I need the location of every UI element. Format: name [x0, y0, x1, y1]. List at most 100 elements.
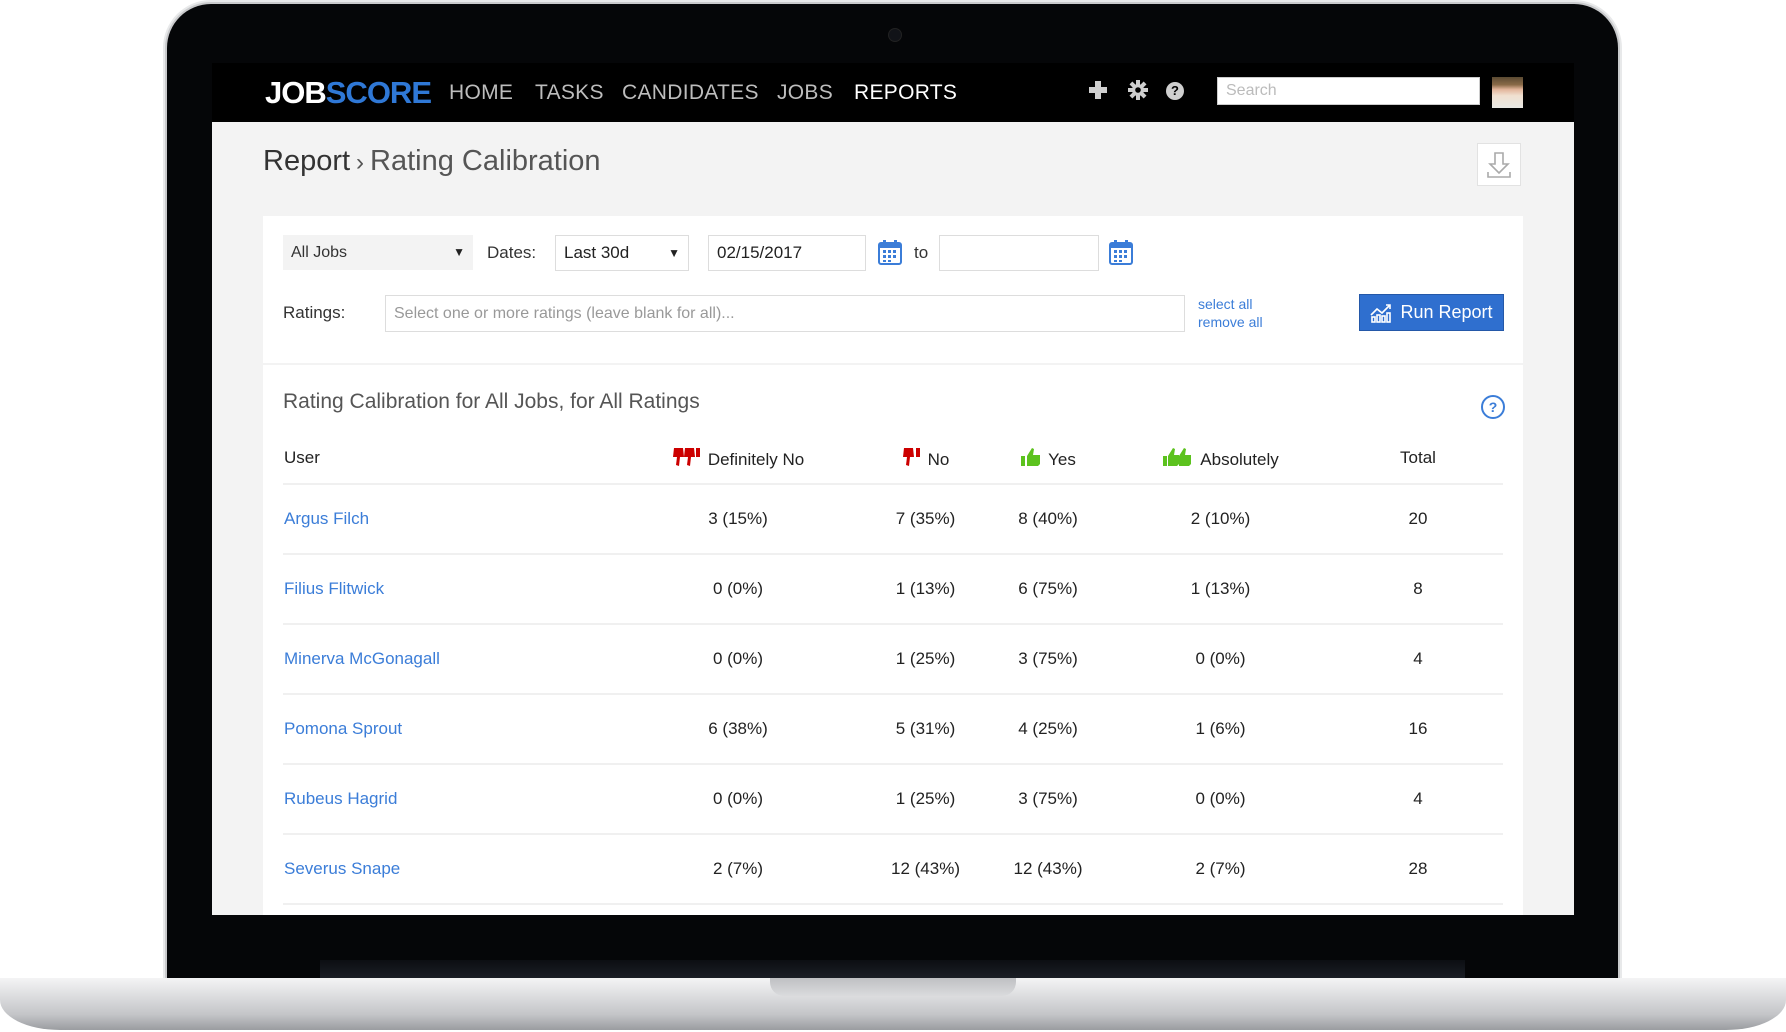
cell-absolutely: 0 (0%) — [1108, 764, 1333, 835]
help-icon[interactable]: ? — [1166, 82, 1184, 100]
user-link[interactable]: Severus Snape — [283, 834, 613, 905]
table-header-row: User Definitely No No Yes Absolutely Tot… — [283, 433, 1503, 485]
cell-yes: 3 (75%) — [988, 764, 1108, 835]
column-label: Yes — [1048, 450, 1076, 469]
cell-definitely-no: 0 (0%) — [613, 904, 863, 915]
plus-icon[interactable] — [1086, 79, 1110, 103]
user-link[interactable]: Sybill Trelawney — [283, 904, 613, 915]
ratings-input[interactable] — [385, 295, 1185, 332]
cell-no: 7 (35%) — [863, 484, 988, 555]
user-link[interactable]: Pomona Sprout — [283, 694, 613, 765]
select-all-link[interactable]: select all — [1198, 296, 1252, 312]
date-to-input[interactable] — [939, 235, 1099, 271]
caret-down-icon: ▼ — [668, 246, 680, 260]
calendar-icon[interactable] — [1109, 239, 1133, 265]
user-avatar[interactable] — [1492, 77, 1523, 108]
cell-no: 5 (31%) — [863, 694, 988, 765]
run-report-label: Run Report — [1400, 302, 1493, 322]
cell-no: 1 (13%) — [863, 554, 988, 625]
cell-yes: 4 (25%) — [988, 694, 1108, 765]
rating-calibration-table: User Definitely No No Yes Absolutely Tot… — [283, 433, 1503, 915]
table-row: Severus Snape 2 (7%) 12 (43%) 12 (43%) 2 (7%… — [283, 834, 1503, 905]
cell-absolutely: 1 (6%) — [1108, 694, 1333, 765]
cell-definitely-no: 0 (0%) — [613, 554, 863, 625]
dates-select[interactable]: Last 30d ▼ — [555, 235, 689, 271]
laptop-hinge — [320, 960, 1465, 980]
chart-icon — [1370, 303, 1392, 323]
nav-jobs[interactable]: JOBS — [777, 81, 833, 105]
user-link[interactable]: Minerva McGonagall — [283, 624, 613, 695]
cell-no: 12 (43%) — [863, 834, 988, 905]
ratings-label: Ratings: — [283, 303, 346, 322]
cell-no: 1 (25%) — [863, 624, 988, 695]
user-link[interactable]: Filius Flitwick — [283, 554, 613, 625]
logo-part-job: JOB — [265, 75, 327, 110]
column-header-user[interactable]: User — [283, 433, 613, 485]
top-nav: JOBSCORE HOME TASKS CANDIDATES JOBS REPO… — [212, 63, 1574, 122]
cell-yes: 12 (43%) — [988, 834, 1108, 905]
cell-total: 16 — [1333, 694, 1503, 765]
cell-total: 4 — [1333, 624, 1503, 695]
gear-icon[interactable] — [1126, 79, 1150, 103]
dates-select-value: Last 30d — [564, 243, 630, 262]
cell-absolutely: 0 (0%) — [1108, 624, 1333, 695]
cell-no: 4 (25%) — [863, 904, 988, 915]
table-row: Argus Filch 3 (15%) 7 (35%) 8 (40%) 2 (10%) 2… — [283, 484, 1503, 555]
jobs-select[interactable]: All Jobs ▼ — [283, 235, 473, 270]
nav-home[interactable]: HOME — [449, 81, 513, 105]
search-input[interactable] — [1217, 77, 1480, 105]
cell-definitely-no: 3 (15%) — [613, 484, 863, 555]
table-row: Minerva McGonagall 0 (0%) 1 (25%) 3 (75%) 0 … — [283, 624, 1503, 695]
column-header-yes[interactable]: Yes — [988, 433, 1108, 485]
jobscore-logo[interactable]: JOBSCORE — [265, 75, 432, 111]
thumbs-up-icon — [1021, 448, 1041, 466]
cell-definitely-no: 0 (0%) — [613, 764, 863, 835]
calendar-icon[interactable] — [878, 239, 902, 265]
download-button[interactable] — [1477, 143, 1521, 186]
table-row: Rubeus Hagrid 0 (0%) 1 (25%) 3 (75%) 0 (0%) 4 — [283, 764, 1503, 835]
column-label: Definitely No — [707, 450, 805, 469]
thumbs-down-icon — [902, 448, 920, 466]
date-from-input[interactable] — [708, 235, 866, 271]
cell-total: 28 — [1333, 834, 1503, 905]
cell-total: 8 — [1333, 554, 1503, 625]
cell-definitely-no: 0 (0%) — [613, 624, 863, 695]
cell-yes: 8 (40%) — [988, 484, 1108, 555]
cell-definitely-no: 2 (7%) — [613, 834, 863, 905]
column-label: Total — [1400, 448, 1436, 467]
caret-down-icon: ▼ — [453, 245, 465, 259]
column-header-no[interactable]: No — [863, 433, 988, 485]
nav-candidates[interactable]: CANDIDATES — [622, 81, 759, 105]
to-label: to — [914, 243, 929, 262]
table-row: Pomona Sprout 6 (38%) 5 (31%) 4 (25%) 1 (6%)… — [283, 694, 1503, 765]
breadcrumb-root[interactable]: Report — [263, 145, 350, 177]
dates-label: Dates: — [487, 243, 537, 262]
user-link[interactable]: Argus Filch — [283, 484, 613, 555]
cell-absolutely: 2 (7%) — [1108, 834, 1333, 905]
column-header-definitely-no[interactable]: Definitely No — [613, 433, 863, 485]
laptop-notch — [770, 978, 1016, 996]
nav-reports[interactable]: REPORTS — [854, 81, 957, 105]
remove-all-link[interactable]: remove all — [1198, 314, 1263, 330]
filter-panel: All Jobs ▼ Dates: Last 30d ▼ to Ratings:… — [263, 216, 1523, 363]
cell-yes: 3 (75%) — [988, 624, 1108, 695]
help-circle-icon[interactable]: ? — [1481, 395, 1505, 419]
jobs-select-value: All Jobs — [291, 244, 348, 261]
cell-total: 16 — [1333, 904, 1503, 915]
column-label: Absolutely — [1200, 450, 1279, 469]
cell-absolutely: 4 (25%) — [1108, 904, 1333, 915]
breadcrumb-separator: › — [356, 149, 365, 176]
table-row: Filius Flitwick 0 (0%) 1 (13%) 6 (75%) 1 (13… — [283, 554, 1503, 625]
column-label: No — [927, 450, 950, 469]
cell-absolutely: 2 (10%) — [1108, 484, 1333, 555]
nav-tasks[interactable]: TASKS — [535, 81, 604, 105]
report-title: Rating Calibration for All Jobs, for All… — [283, 390, 700, 413]
user-link[interactable]: Rubeus Hagrid — [283, 764, 613, 835]
cell-absolutely: 1 (13%) — [1108, 554, 1333, 625]
table-row: Sybill Trelawney0 (0%)4 (25%)8 (50%)4 (2… — [283, 904, 1503, 915]
app-screen: JOBSCORE HOME TASKS CANDIDATES JOBS REPO… — [212, 63, 1574, 915]
run-report-button[interactable]: Run Report — [1359, 294, 1504, 331]
column-header-total[interactable]: Total — [1333, 433, 1503, 485]
double-thumbs-up-icon — [1163, 448, 1192, 466]
column-header-absolutely[interactable]: Absolutely — [1108, 433, 1333, 485]
